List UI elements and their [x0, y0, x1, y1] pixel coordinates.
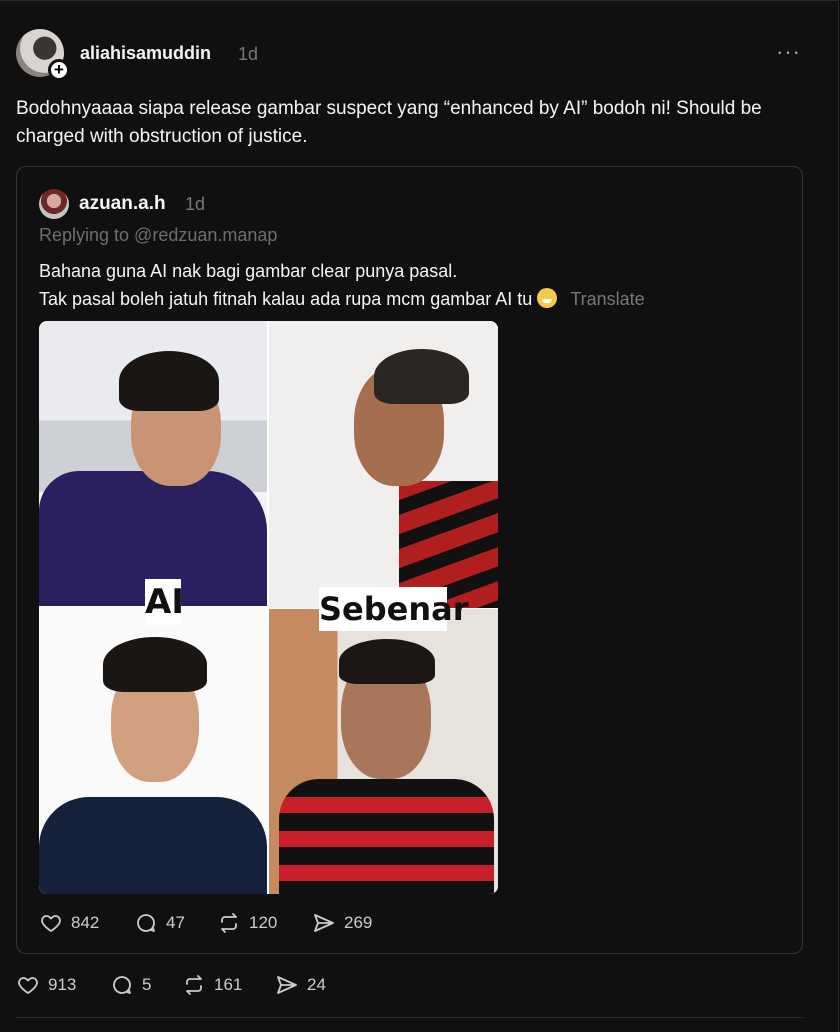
divider: [16, 1017, 803, 1018]
translate-link[interactable]: Translate: [570, 289, 644, 309]
quote-like-button[interactable]: 842: [39, 911, 99, 935]
image-cell-real-bottom: [269, 609, 498, 894]
thread-post: + aliahisamuddin 1d ··· Bodohnyaaaa siap…: [0, 0, 839, 1032]
repost-icon: [186, 975, 202, 995]
image-cell-ai-cctv: [39, 321, 267, 606]
quote-reply-button[interactable]: 47: [134, 911, 185, 935]
avatar[interactable]: +: [16, 29, 70, 81]
post-text: Bodohnyaaaa siapa release gambar suspect…: [16, 98, 762, 147]
heart-icon: [18, 977, 38, 994]
like-button[interactable]: 913: [16, 973, 76, 997]
send-icon: [277, 976, 297, 994]
heart-icon: [41, 915, 61, 932]
follow-plus-icon[interactable]: +: [48, 59, 70, 81]
like-count: 913: [48, 975, 77, 994]
image-cell-ai-portrait: [39, 607, 267, 894]
label-ai: AI: [145, 579, 184, 625]
comparison-image[interactable]: AI Sebenar: [39, 321, 498, 894]
send-icon: [314, 914, 334, 932]
comment-icon: [113, 976, 131, 994]
post-username[interactable]: aliahisamuddin: [80, 43, 211, 64]
quote-like-count: 842: [71, 913, 100, 932]
quoted-post[interactable]: azuan.a.h 1d Replying to @redzuan.manap …: [16, 166, 803, 954]
share-count: 24: [307, 975, 326, 994]
image-cell-real-top: [269, 321, 498, 608]
quote-reply-count: 47: [166, 913, 185, 932]
repost-button[interactable]: 161: [182, 973, 242, 997]
more-icon[interactable]: ···: [776, 39, 801, 65]
quote-text-line-1: Bahana guna AI nak bagi gambar clear pun…: [39, 261, 458, 281]
quote-share-count: 269: [344, 913, 373, 932]
quote-timestamp[interactable]: 1d: [185, 194, 205, 215]
quote-repost-count: 120: [249, 913, 278, 932]
reply-button[interactable]: 5: [110, 973, 151, 997]
quote-avatar[interactable]: [39, 189, 69, 219]
replying-to[interactable]: Replying to @redzuan.manap: [39, 225, 277, 246]
quote-repost-button[interactable]: 120: [217, 911, 277, 935]
quote-share-button[interactable]: 269: [312, 911, 372, 935]
post-timestamp[interactable]: 1d: [238, 44, 258, 65]
share-button[interactable]: 24: [275, 973, 326, 997]
reply-count: 5: [142, 975, 152, 994]
grinning-sweat-emoji-icon: [537, 288, 558, 308]
label-sebenar: Sebenar: [319, 587, 469, 631]
repost-count: 161: [214, 975, 243, 994]
comment-icon: [137, 914, 155, 932]
quote-username[interactable]: azuan.a.h: [79, 193, 166, 215]
repost-icon: [221, 913, 237, 933]
quote-text: Bahana guna AI nak bagi gambar clear pun…: [39, 257, 645, 313]
quote-text-line-2: Tak pasal boleh jatuh fitnah kalau ada r…: [39, 289, 533, 309]
